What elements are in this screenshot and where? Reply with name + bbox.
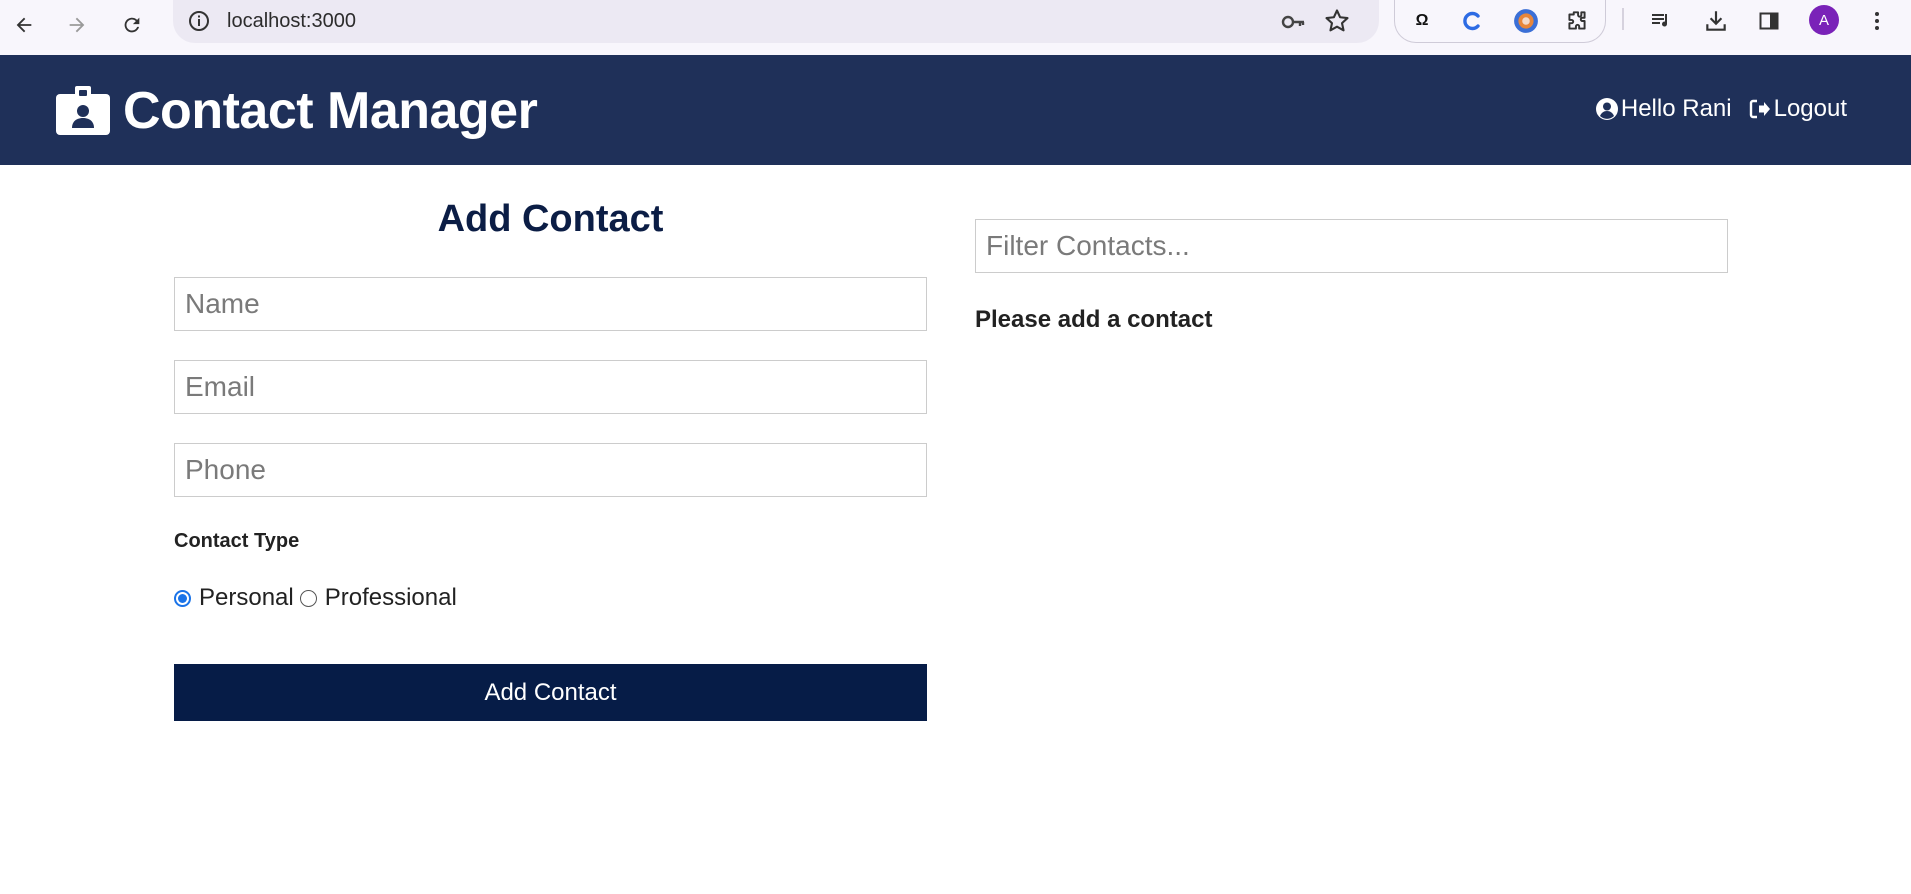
add-contact-button[interactable]: Add Contact [174,664,927,721]
personal-radio[interactable] [174,589,191,607]
address-bar[interactable]: localhost:3000 [173,0,1379,43]
logout-link[interactable]: Logout [1748,95,1847,123]
back-button[interactable] [6,7,42,43]
professional-radio-label[interactable]: Professional [325,584,457,612]
browser-toolbar: localhost:3000 Ω A [0,0,1911,55]
user-greeting: Hello Rani [1595,95,1732,123]
reload-button[interactable] [114,7,150,43]
app-title: Contact Manager [123,82,538,140]
filter-contacts-input[interactable] [975,219,1728,273]
arrow-right-icon [69,17,85,33]
professional-radio[interactable] [299,589,317,607]
contact-form: Add Contact Contact Type Personal Profes… [174,190,927,721]
contact-type-label: Contact Type [174,530,300,552]
download-icon[interactable] [1700,5,1732,37]
sign-out-icon [1749,99,1770,119]
side-panel-icon[interactable] [1753,5,1785,37]
app-navbar: Contact Manager Hello Rani Logout [0,55,1911,165]
reading-list-icon[interactable] [1645,5,1677,37]
empty-contacts-message: Please add a contact [975,306,1213,333]
user-circle-icon [1595,98,1618,120]
form-title: Add Contact [437,198,664,240]
name-input[interactable] [174,277,927,331]
info-icon[interactable] [187,9,211,33]
logout-label[interactable]: Logout [1774,95,1847,123]
url-text[interactable]: localhost:3000 [227,9,356,33]
puzzle-extensions-icon[interactable] [1562,6,1592,36]
contact-type-options: Personal Professional [174,584,463,612]
phone-input[interactable] [174,443,927,497]
extensions-area: Ω [1394,0,1606,43]
menu-kebab-icon[interactable] [1861,5,1893,37]
omega-extension-icon[interactable]: Ω [1407,6,1437,36]
key-icon[interactable] [1279,8,1307,36]
email-input[interactable] [174,360,927,414]
star-icon[interactable] [1323,7,1351,35]
colorful-extension-icon[interactable] [1511,6,1541,36]
c-extension-icon[interactable] [1457,6,1487,36]
user-menu: Hello Rani Logout [1595,95,1847,123]
profile-avatar[interactable]: A [1809,5,1839,35]
user-greeting-text: Hello Rani [1620,95,1732,122]
forward-button[interactable] [59,7,95,43]
id-badge-icon [56,86,110,135]
arrow-left-icon [16,17,32,33]
toolbar-separator [1622,8,1624,30]
personal-radio-label[interactable]: Personal [199,584,294,612]
reload-icon [124,17,140,33]
brand: Contact Manager [55,82,538,140]
